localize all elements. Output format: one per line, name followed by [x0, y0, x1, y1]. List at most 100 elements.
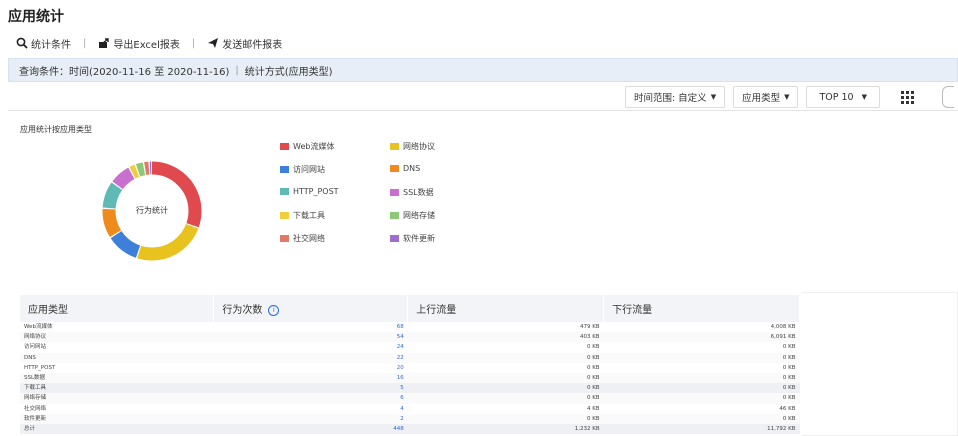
legend-label: 社交网络 [293, 234, 325, 243]
stats-table: 应用类型 行为次数 i 上行流量 下行流量 Web流媒体 68 479 KB 4,008… [20, 295, 800, 435]
legend-item[interactable]: 软件更新 [390, 233, 435, 244]
table-row[interactable]: 软件更新 2 0 KB 0 KB [20, 413, 800, 424]
export-excel-button[interactable]: 导出Excel报表 [98, 36, 180, 51]
cell-count[interactable]: 448 [213, 423, 408, 435]
time-range-label: 时间范围: 自定义 [633, 93, 707, 104]
cell-upload: 403 KB [407, 332, 604, 343]
table-row[interactable]: SSL数据 16 0 KB 0 KB [20, 372, 800, 384]
top-n-label: TOP 10 [819, 91, 854, 103]
legend-item[interactable]: 下载工具 [280, 210, 325, 221]
cell-app-type: 网络协议 [20, 332, 214, 343]
cell-upload: 0 KB [407, 372, 604, 384]
legend-swatch [390, 165, 399, 172]
cell-download: 11,792 KB [603, 423, 800, 435]
cell-count[interactable]: 5 [213, 383, 408, 394]
app-type-dropdown[interactable]: 应用类型 ▼ [733, 86, 799, 108]
export-excel-label: 导出Excel报表 [113, 39, 180, 51]
cell-download: 4,008 KB [770, 324, 796, 331]
cell-upload: 0 KB [407, 413, 604, 424]
cell-upload: 1,232 KB [407, 423, 604, 435]
donut-center-label: 行为统计 [136, 205, 168, 215]
legend-item[interactable]: 访问网站 [280, 164, 325, 175]
legend-item[interactable]: 社交网络 [280, 233, 325, 244]
legend-item[interactable]: Web流媒体 [280, 141, 334, 152]
legend-item[interactable]: 网络协议 [390, 141, 435, 152]
legend-item[interactable]: SSL数据 [390, 187, 434, 198]
table-row[interactable]: 社交网络 4 4 KB 46 KB [20, 404, 800, 414]
more-options-icon[interactable] [942, 86, 954, 108]
cell-download: 0 KB [782, 344, 796, 351]
caret-down-icon: ▼ [861, 93, 867, 101]
cell-app-type: 网络存储 [20, 393, 214, 404]
query-method: 统计方式(应用类型) [244, 66, 333, 78]
cell-app-type: HTTP_POST [24, 364, 56, 371]
grid-view-icon[interactable] [898, 88, 916, 106]
toolbar-divider: | [191, 37, 196, 49]
cell-download: 6,091 KB [603, 332, 800, 343]
cell-app-type: 软件更新 [20, 413, 214, 424]
cell-app-type: DNS [20, 352, 214, 363]
send-email-button[interactable]: 发送邮件报表 [207, 36, 282, 51]
cell-download: 0 KB [603, 383, 800, 394]
statistics-condition-button[interactable]: 统计条件 [16, 36, 71, 51]
legend-item[interactable]: HTTP_POST [280, 187, 339, 196]
cell-count[interactable]: 16 [213, 372, 408, 384]
cell-upload: 479 KB [579, 324, 600, 331]
table-row[interactable]: 网络协议 54 403 KB 6,091 KB [20, 332, 800, 343]
toolbar-divider: | [83, 37, 87, 49]
legend-label: 网络协议 [403, 142, 435, 151]
header-label: 应用类型 [28, 305, 68, 316]
header-upload[interactable]: 上行流量 [407, 295, 605, 322]
legend-swatch [280, 166, 289, 173]
cell-count[interactable]: 24 [214, 342, 408, 352]
legend-item[interactable]: DNS [390, 164, 420, 173]
cell-count[interactable]: 2 [213, 413, 408, 424]
header-count[interactable]: 行为次数 i [213, 295, 409, 322]
header-app-type[interactable]: 应用类型 [20, 295, 215, 322]
info-icon[interactable]: i [268, 304, 280, 316]
legend-item[interactable]: 网络存储 [390, 210, 435, 221]
cell-download: 0 KB [782, 364, 796, 371]
query-condition-bar: 查询条件：时间(2020-11-16 至 2020-11-16) | 统计方式(… [8, 58, 958, 82]
table-row[interactable]: 网络存储 6 0 KB 0 KB [20, 393, 800, 404]
cell-app-type: 访问网站 [24, 344, 47, 351]
legend-label: 下载工具 [293, 211, 325, 220]
table-row[interactable]: 下载工具 5 0 KB 0 KB [20, 383, 800, 394]
divider [8, 110, 958, 111]
cell-upload: 0 KB [586, 344, 600, 351]
legend-swatch [390, 212, 399, 219]
cell-count[interactable]: 22 [213, 352, 408, 363]
legend-label: HTTP_POST [293, 187, 339, 196]
table-header-row: 应用类型 行为次数 i 上行流量 下行流量 [20, 295, 800, 322]
table-row[interactable]: HTTP_POST 20 0 KB 0 KB [20, 363, 800, 373]
cell-download: 0 KB [603, 413, 800, 424]
legend-label: DNS [403, 164, 421, 173]
cell-count[interactable]: 4 [214, 404, 408, 414]
toolbar: 统计条件 | 导出Excel报表 | 发送邮件报表 [16, 35, 282, 51]
cell-upload: 0 KB [407, 383, 604, 394]
legend-label: Web流媒体 [293, 142, 335, 151]
time-range-dropdown[interactable]: 时间范围: 自定义 ▼ [624, 86, 726, 108]
legend-label: 访问网站 [293, 165, 325, 174]
top-n-dropdown[interactable]: TOP 10 ▼ [806, 86, 880, 108]
table-row[interactable]: DNS 22 0 KB 0 KB [20, 352, 800, 363]
legend-swatch [280, 188, 289, 195]
cell-app-type: Web流媒体 [24, 324, 53, 331]
cell-count[interactable]: 68 [214, 322, 408, 332]
table-row[interactable]: 访问网站 24 0 KB 0 KB [20, 342, 800, 352]
page-title: 应用统计 [8, 9, 64, 25]
cell-count[interactable]: 6 [213, 393, 408, 404]
legend-swatch [280, 143, 289, 150]
cell-count[interactable]: 20 [214, 363, 408, 373]
legend-swatch [390, 235, 399, 242]
send-email-label: 发送邮件报表 [222, 39, 283, 51]
table-total-row[interactable]: 总计 448 1,232 KB 11,792 KB [20, 423, 800, 435]
cell-count[interactable]: 54 [213, 332, 408, 343]
cell-download: 0 KB [603, 352, 800, 363]
table-row[interactable]: Web流媒体 68 479 KB 4,008 KB [20, 322, 800, 332]
header-label: 下行流量 [612, 305, 653, 316]
filter-bar: 时间范围: 自定义 ▼ 应用类型 ▼ TOP 10 ▼ [624, 86, 954, 108]
chart-title: 应用统计按应用类型 [20, 125, 92, 134]
legend-swatch [280, 212, 289, 219]
header-download[interactable]: 下行流量 [603, 295, 800, 322]
